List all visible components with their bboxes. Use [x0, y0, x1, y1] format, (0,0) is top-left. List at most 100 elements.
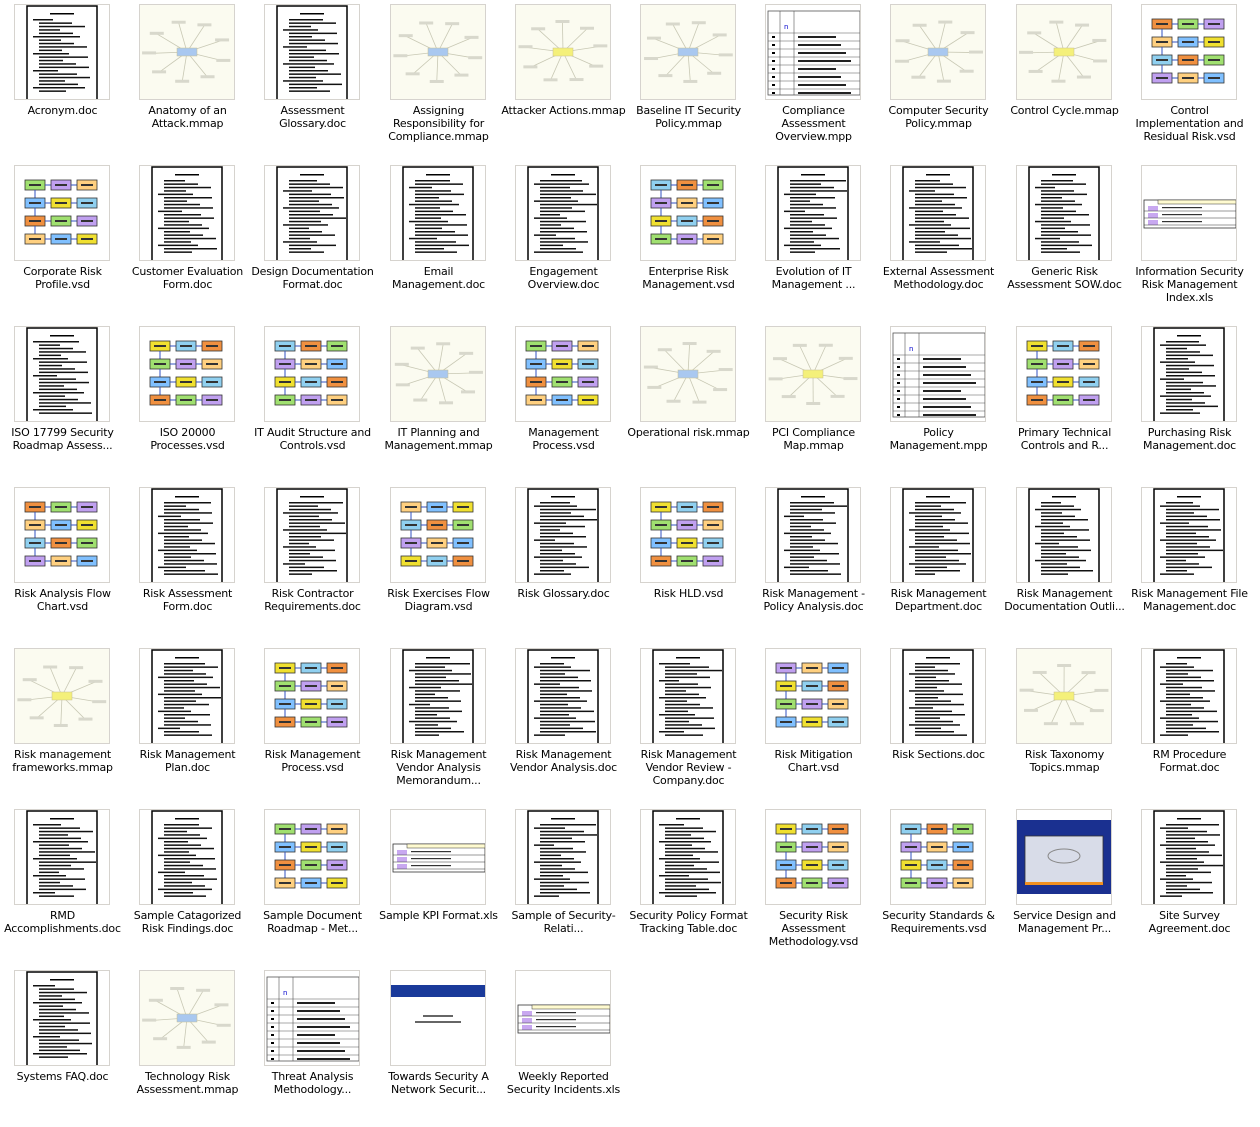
- file-name-label[interactable]: Corporate Risk Profile.vsd: [0, 265, 125, 291]
- file-item[interactable]: Risk Management Vendor Analysis Memorand…: [376, 644, 501, 805]
- file-name-label[interactable]: Purchasing Risk Management.doc: [1127, 426, 1252, 452]
- file-item[interactable]: Risk Management Process.vsd: [250, 644, 375, 805]
- file-name-label[interactable]: Management Process.vsd: [501, 426, 626, 452]
- mmap-thumbnail-icon[interactable]: [515, 4, 611, 100]
- file-item[interactable]: Anatomy of an Attack.mmap: [125, 0, 250, 161]
- file-item[interactable]: Towards Security A Network Securit...: [376, 966, 501, 1127]
- file-name-label[interactable]: Risk Sections.doc: [876, 748, 1001, 761]
- doc-thumbnail-icon[interactable]: [14, 809, 110, 905]
- doc-thumbnail-icon[interactable]: [264, 165, 360, 261]
- vsd-thumbnail-icon[interactable]: [264, 326, 360, 422]
- file-name-label[interactable]: Risk Contractor Requirements.doc: [250, 587, 375, 613]
- doc-thumbnail-icon[interactable]: [1141, 809, 1237, 905]
- file-item[interactable]: Risk Management Department.doc: [876, 483, 1001, 644]
- file-item[interactable]: Risk HLD.vsd: [626, 483, 751, 644]
- vsd-thumbnail-icon[interactable]: [640, 487, 736, 583]
- mmap-thumbnail-icon[interactable]: [640, 326, 736, 422]
- doc-thumbnail-icon[interactable]: [640, 809, 736, 905]
- file-item[interactable]: Control Implementation and Residual Risk…: [1127, 0, 1252, 161]
- file-item[interactable]: Primary Technical Controls and R...: [1002, 322, 1127, 483]
- file-item[interactable]: Systems FAQ.doc: [0, 966, 125, 1127]
- file-item[interactable]: Sample KPI Format.xls: [376, 805, 501, 966]
- file-name-label[interactable]: Risk Management Process.vsd: [250, 748, 375, 774]
- doc-thumbnail-icon[interactable]: [515, 165, 611, 261]
- file-name-label[interactable]: Customer Evaluation Form.doc: [125, 265, 250, 291]
- file-item[interactable]: Risk Mitigation Chart.vsd: [751, 644, 876, 805]
- file-name-label[interactable]: Enterprise Risk Management.vsd: [626, 265, 751, 291]
- file-name-label[interactable]: External Assessment Methodology.doc: [876, 265, 1001, 291]
- vsd-thumbnail-icon[interactable]: [139, 326, 235, 422]
- doc-thumbnail-icon[interactable]: [139, 648, 235, 744]
- file-item[interactable]: Corporate Risk Profile.vsd: [0, 161, 125, 322]
- file-item[interactable]: Operational risk.mmap: [626, 322, 751, 483]
- xls-thumbnail-icon[interactable]: [1141, 165, 1237, 261]
- file-name-label[interactable]: IT Audit Structure and Controls.vsd: [250, 426, 375, 452]
- file-item[interactable]: Control Cycle.mmap: [1002, 0, 1127, 161]
- file-name-label[interactable]: Risk Analysis Flow Chart.vsd: [0, 587, 125, 613]
- file-item[interactable]: Purchasing Risk Management.doc: [1127, 322, 1252, 483]
- mpp-thumbnail-icon[interactable]: n: [765, 4, 861, 100]
- doc-thumbnail-icon[interactable]: [1141, 326, 1237, 422]
- vsd-thumbnail-icon[interactable]: [890, 809, 986, 905]
- file-name-label[interactable]: Risk Assessment Form.doc: [125, 587, 250, 613]
- file-item[interactable]: Risk Management Plan.doc: [125, 644, 250, 805]
- file-name-label[interactable]: Risk Management File Management.doc: [1127, 587, 1252, 613]
- file-name-label[interactable]: Risk Management Department.doc: [876, 587, 1001, 613]
- file-name-label[interactable]: Site Survey Agreement.doc: [1127, 909, 1252, 935]
- file-name-label[interactable]: Baseline IT Security Policy.mmap: [626, 104, 751, 130]
- doc-thumbnail-icon[interactable]: [1016, 165, 1112, 261]
- file-name-label[interactable]: Control Cycle.mmap: [1002, 104, 1127, 117]
- file-item[interactable]: External Assessment Methodology.doc: [876, 161, 1001, 322]
- file-name-label[interactable]: Operational risk.mmap: [626, 426, 751, 439]
- doc-thumbnail-icon[interactable]: [765, 487, 861, 583]
- mmap-thumbnail-icon[interactable]: [390, 326, 486, 422]
- file-item[interactable]: nPolicy Management.mpp: [876, 322, 1001, 483]
- vsd-thumbnail-icon[interactable]: [515, 326, 611, 422]
- file-name-label[interactable]: Risk Management Documentation Outli...: [1002, 587, 1127, 613]
- file-item[interactable]: Security Standards & Requirements.vsd: [876, 805, 1001, 966]
- mmap-thumbnail-icon[interactable]: [139, 970, 235, 1066]
- vsd-thumbnail-icon[interactable]: [390, 487, 486, 583]
- ppt-thumbnail-icon[interactable]: [390, 970, 486, 1066]
- file-item[interactable]: Sample Catagorized Risk Findings.doc: [125, 805, 250, 966]
- mpp-thumbnail-icon[interactable]: n: [890, 326, 986, 422]
- mmap-thumbnail-icon[interactable]: [390, 4, 486, 100]
- doc-thumbnail-icon[interactable]: [139, 487, 235, 583]
- file-name-label[interactable]: Weekly Reported Security Incidents.xls: [501, 1070, 626, 1096]
- vsd-thumbnail-icon[interactable]: [14, 487, 110, 583]
- file-item[interactable]: Risk management frameworks.mmap: [0, 644, 125, 805]
- file-name-label[interactable]: Risk Management Vendor Analysis.doc: [501, 748, 626, 774]
- file-item[interactable]: Technology Risk Assessment.mmap: [125, 966, 250, 1127]
- file-item[interactable]: Customer Evaluation Form.doc: [125, 161, 250, 322]
- doc-thumbnail-icon[interactable]: [390, 165, 486, 261]
- doc-thumbnail-icon[interactable]: [515, 809, 611, 905]
- file-name-label[interactable]: Sample of Security-Relati...: [501, 909, 626, 935]
- file-name-label[interactable]: RMD Accomplishments.doc: [0, 909, 125, 935]
- file-item[interactable]: Risk Assessment Form.doc: [125, 483, 250, 644]
- mmap-thumbnail-icon[interactable]: [1016, 4, 1112, 100]
- vsd-thumbnail-icon[interactable]: [1016, 326, 1112, 422]
- file-name-label[interactable]: Threat Analysis Methodology...: [250, 1070, 375, 1096]
- doc-thumbnail-icon[interactable]: [264, 4, 360, 100]
- file-name-label[interactable]: Risk Glossary.doc: [501, 587, 626, 600]
- file-item[interactable]: Risk Sections.doc: [876, 644, 1001, 805]
- mmap-thumbnail-icon[interactable]: [640, 4, 736, 100]
- file-item[interactable]: Security Risk Assessment Methodology.vsd: [751, 805, 876, 966]
- file-item[interactable]: Attacker Actions.mmap: [501, 0, 626, 161]
- file-name-label[interactable]: Systems FAQ.doc: [0, 1070, 125, 1083]
- file-name-label[interactable]: Risk Taxonomy Topics.mmap: [1002, 748, 1127, 774]
- file-item[interactable]: Sample of Security-Relati...: [501, 805, 626, 966]
- file-name-label[interactable]: Engagement Overview.doc: [501, 265, 626, 291]
- file-item[interactable]: Risk Analysis Flow Chart.vsd: [0, 483, 125, 644]
- file-item[interactable]: PCI Compliance Map.mmap: [751, 322, 876, 483]
- file-name-label[interactable]: Attacker Actions.mmap: [501, 104, 626, 117]
- xls-thumbnail-icon[interactable]: [515, 970, 611, 1066]
- file-name-label[interactable]: Control Implementation and Residual Risk…: [1127, 104, 1252, 143]
- file-name-label[interactable]: Assigning Responsibility for Compliance.…: [376, 104, 501, 143]
- file-name-label[interactable]: Risk Management - Policy Analysis.doc: [751, 587, 876, 613]
- file-name-label[interactable]: Email Management.doc: [376, 265, 501, 291]
- mmap-thumbnail-icon[interactable]: [890, 4, 986, 100]
- file-item[interactable]: Information Security Risk Management Ind…: [1127, 161, 1252, 322]
- file-name-label[interactable]: Risk Exercises Flow Diagram.vsd: [376, 587, 501, 613]
- file-name-label[interactable]: Information Security Risk Management Ind…: [1127, 265, 1252, 304]
